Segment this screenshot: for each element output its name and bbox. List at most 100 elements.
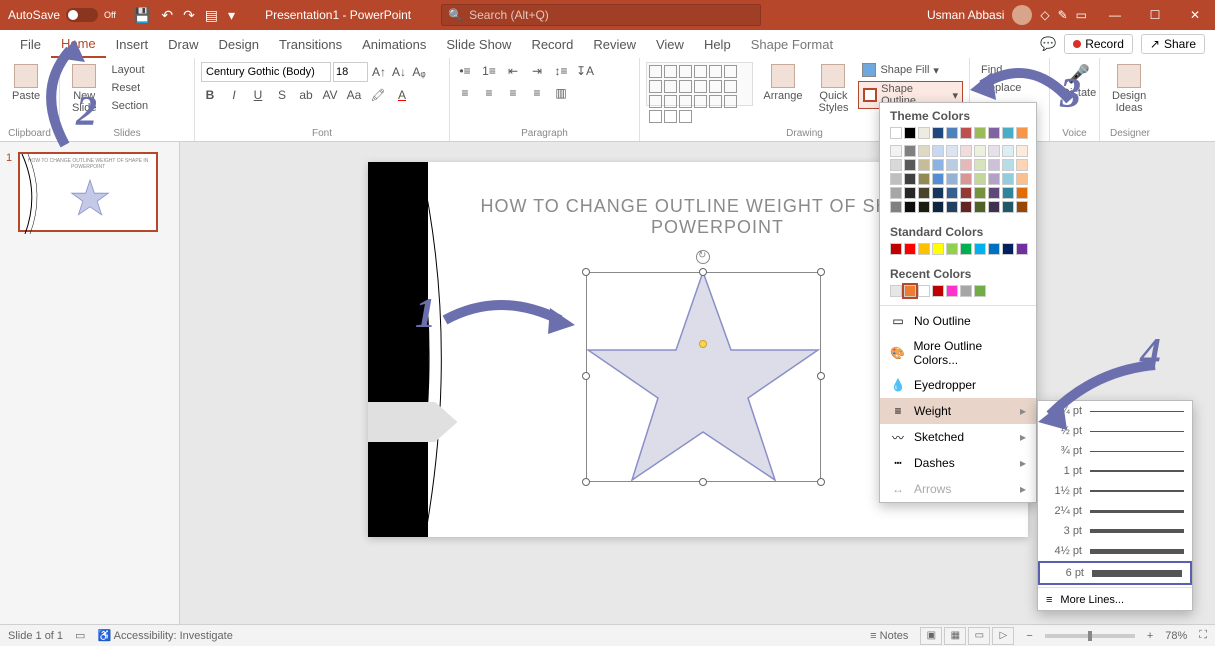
color-swatch[interactable] <box>1002 201 1014 213</box>
clear-format-icon[interactable]: Aᵩ <box>410 63 428 81</box>
weight-item[interactable]: ≡ Weight ▸ <box>880 398 1036 424</box>
slideshow-view-icon[interactable]: ▷ <box>992 627 1014 645</box>
color-swatch[interactable] <box>904 159 916 171</box>
color-swatch[interactable] <box>1016 201 1028 213</box>
color-swatch[interactable] <box>960 145 972 157</box>
color-swatch[interactable] <box>904 243 916 255</box>
tab-draw[interactable]: Draw <box>158 30 208 58</box>
eyedropper-item[interactable]: 💧 Eyedropper <box>880 372 1036 398</box>
color-swatch[interactable] <box>890 285 902 297</box>
color-swatch[interactable] <box>932 159 944 171</box>
diamond-icon[interactable]: ◇ <box>1040 8 1049 22</box>
color-swatch[interactable] <box>960 201 972 213</box>
color-swatch[interactable] <box>904 187 916 199</box>
selected-shape-container[interactable] <box>586 262 821 482</box>
undo-icon[interactable]: ↶ <box>161 7 173 24</box>
bullets-icon[interactable]: •≡ <box>456 62 474 80</box>
color-swatch[interactable] <box>1002 127 1014 139</box>
window-layout-icon[interactable]: ▭ <box>1076 8 1087 22</box>
resize-handle-ne[interactable] <box>817 268 825 276</box>
color-swatch[interactable] <box>918 145 930 157</box>
color-swatch[interactable] <box>974 127 986 139</box>
star-shape[interactable] <box>586 272 821 492</box>
slide-thumbnail[interactable]: HOW TO CHANGE OUTLINE WEIGHT OF SHAPE IN… <box>18 152 158 232</box>
color-swatch[interactable] <box>946 173 958 185</box>
color-swatch[interactable] <box>918 173 930 185</box>
tab-transitions[interactable]: Transitions <box>269 30 352 58</box>
color-swatch[interactable] <box>988 243 1000 255</box>
font-color-icon[interactable]: A <box>393 86 411 104</box>
increase-font-icon[interactable]: A↑ <box>370 63 388 81</box>
color-swatch[interactable] <box>890 145 902 157</box>
resize-handle-n[interactable] <box>699 268 707 276</box>
weight-option[interactable]: 1 pt <box>1038 461 1192 481</box>
text-direction-icon[interactable]: ↧A <box>576 62 594 80</box>
layout-button[interactable]: Layout <box>106 62 153 78</box>
redo-icon[interactable]: ↷ <box>183 7 195 24</box>
align-right-icon[interactable]: ≡ <box>504 84 522 102</box>
color-swatch[interactable] <box>1002 187 1014 199</box>
resize-handle-se[interactable] <box>817 478 825 486</box>
color-swatch[interactable] <box>1002 243 1014 255</box>
arrange-button[interactable]: Arrange <box>757 62 808 104</box>
tab-design[interactable]: Design <box>209 30 269 58</box>
color-swatch[interactable] <box>1016 187 1028 199</box>
color-swatch[interactable] <box>890 187 902 199</box>
user-account[interactable]: Usman Abbasi ◇ ✎ ▭ <box>919 5 1095 25</box>
color-swatch[interactable] <box>932 187 944 199</box>
indent-icon[interactable]: ⇥ <box>528 62 546 80</box>
weight-option[interactable]: ½ pt <box>1038 421 1192 441</box>
paste-button[interactable]: Paste <box>6 62 46 104</box>
color-swatch[interactable] <box>1002 159 1014 171</box>
font-size-select[interactable] <box>333 62 368 82</box>
color-swatch[interactable] <box>946 145 958 157</box>
color-swatch[interactable] <box>1016 243 1028 255</box>
tab-home[interactable]: Home <box>51 30 106 58</box>
qat-more-icon[interactable]: ▾ <box>228 7 235 24</box>
color-swatch[interactable] <box>960 127 972 139</box>
color-swatch[interactable] <box>974 243 986 255</box>
color-swatch[interactable] <box>890 127 902 139</box>
color-swatch[interactable] <box>904 127 916 139</box>
tab-help[interactable]: Help <box>694 30 741 58</box>
weight-option[interactable]: 6 pt <box>1038 561 1192 585</box>
tab-slideshow[interactable]: Slide Show <box>436 30 521 58</box>
zoom-value[interactable]: 78% <box>1165 630 1187 642</box>
color-swatch[interactable] <box>946 243 958 255</box>
spacing-icon[interactable]: AV <box>321 86 339 104</box>
color-swatch[interactable] <box>904 173 916 185</box>
resize-handle-w[interactable] <box>582 372 590 380</box>
color-swatch[interactable] <box>988 173 1000 185</box>
tab-insert[interactable]: Insert <box>106 30 159 58</box>
search-box[interactable]: 🔍 <box>441 4 761 26</box>
weight-option[interactable]: 4½ pt <box>1038 541 1192 561</box>
color-swatch[interactable] <box>1016 127 1028 139</box>
autosave-switch[interactable] <box>66 8 98 22</box>
weight-option[interactable]: ¾ pt <box>1038 441 1192 461</box>
numbering-icon[interactable]: 1≡ <box>480 62 498 80</box>
share-button[interactable]: ↗Share <box>1141 34 1205 54</box>
tab-view[interactable]: View <box>646 30 694 58</box>
color-swatch[interactable] <box>1016 173 1028 185</box>
color-swatch[interactable] <box>960 187 972 199</box>
align-left-icon[interactable]: ≡ <box>456 84 474 102</box>
save-icon[interactable]: 💾 <box>134 7 151 24</box>
zoom-out-icon[interactable]: − <box>1026 630 1032 642</box>
tab-file[interactable]: File <box>10 30 51 58</box>
color-swatch[interactable] <box>946 127 958 139</box>
color-swatch[interactable] <box>988 127 1000 139</box>
present-icon[interactable]: ▤ <box>205 7 218 24</box>
strike-icon[interactable]: S <box>273 86 291 104</box>
color-swatch[interactable] <box>918 285 930 297</box>
color-swatch[interactable] <box>974 145 986 157</box>
color-swatch[interactable] <box>960 159 972 171</box>
color-swatch[interactable] <box>918 201 930 213</box>
color-swatch[interactable] <box>918 127 930 139</box>
autosave-toggle[interactable]: AutoSave Off <box>0 8 124 22</box>
color-swatch[interactable] <box>974 201 986 213</box>
section-button[interactable]: Section <box>106 98 153 114</box>
weight-option[interactable]: 1½ pt <box>1038 481 1192 501</box>
replace-button[interactable]: Replace <box>976 80 1026 96</box>
resize-handle-e[interactable] <box>817 372 825 380</box>
dictate-button[interactable]: 🎤 Dictate <box>1056 62 1102 101</box>
